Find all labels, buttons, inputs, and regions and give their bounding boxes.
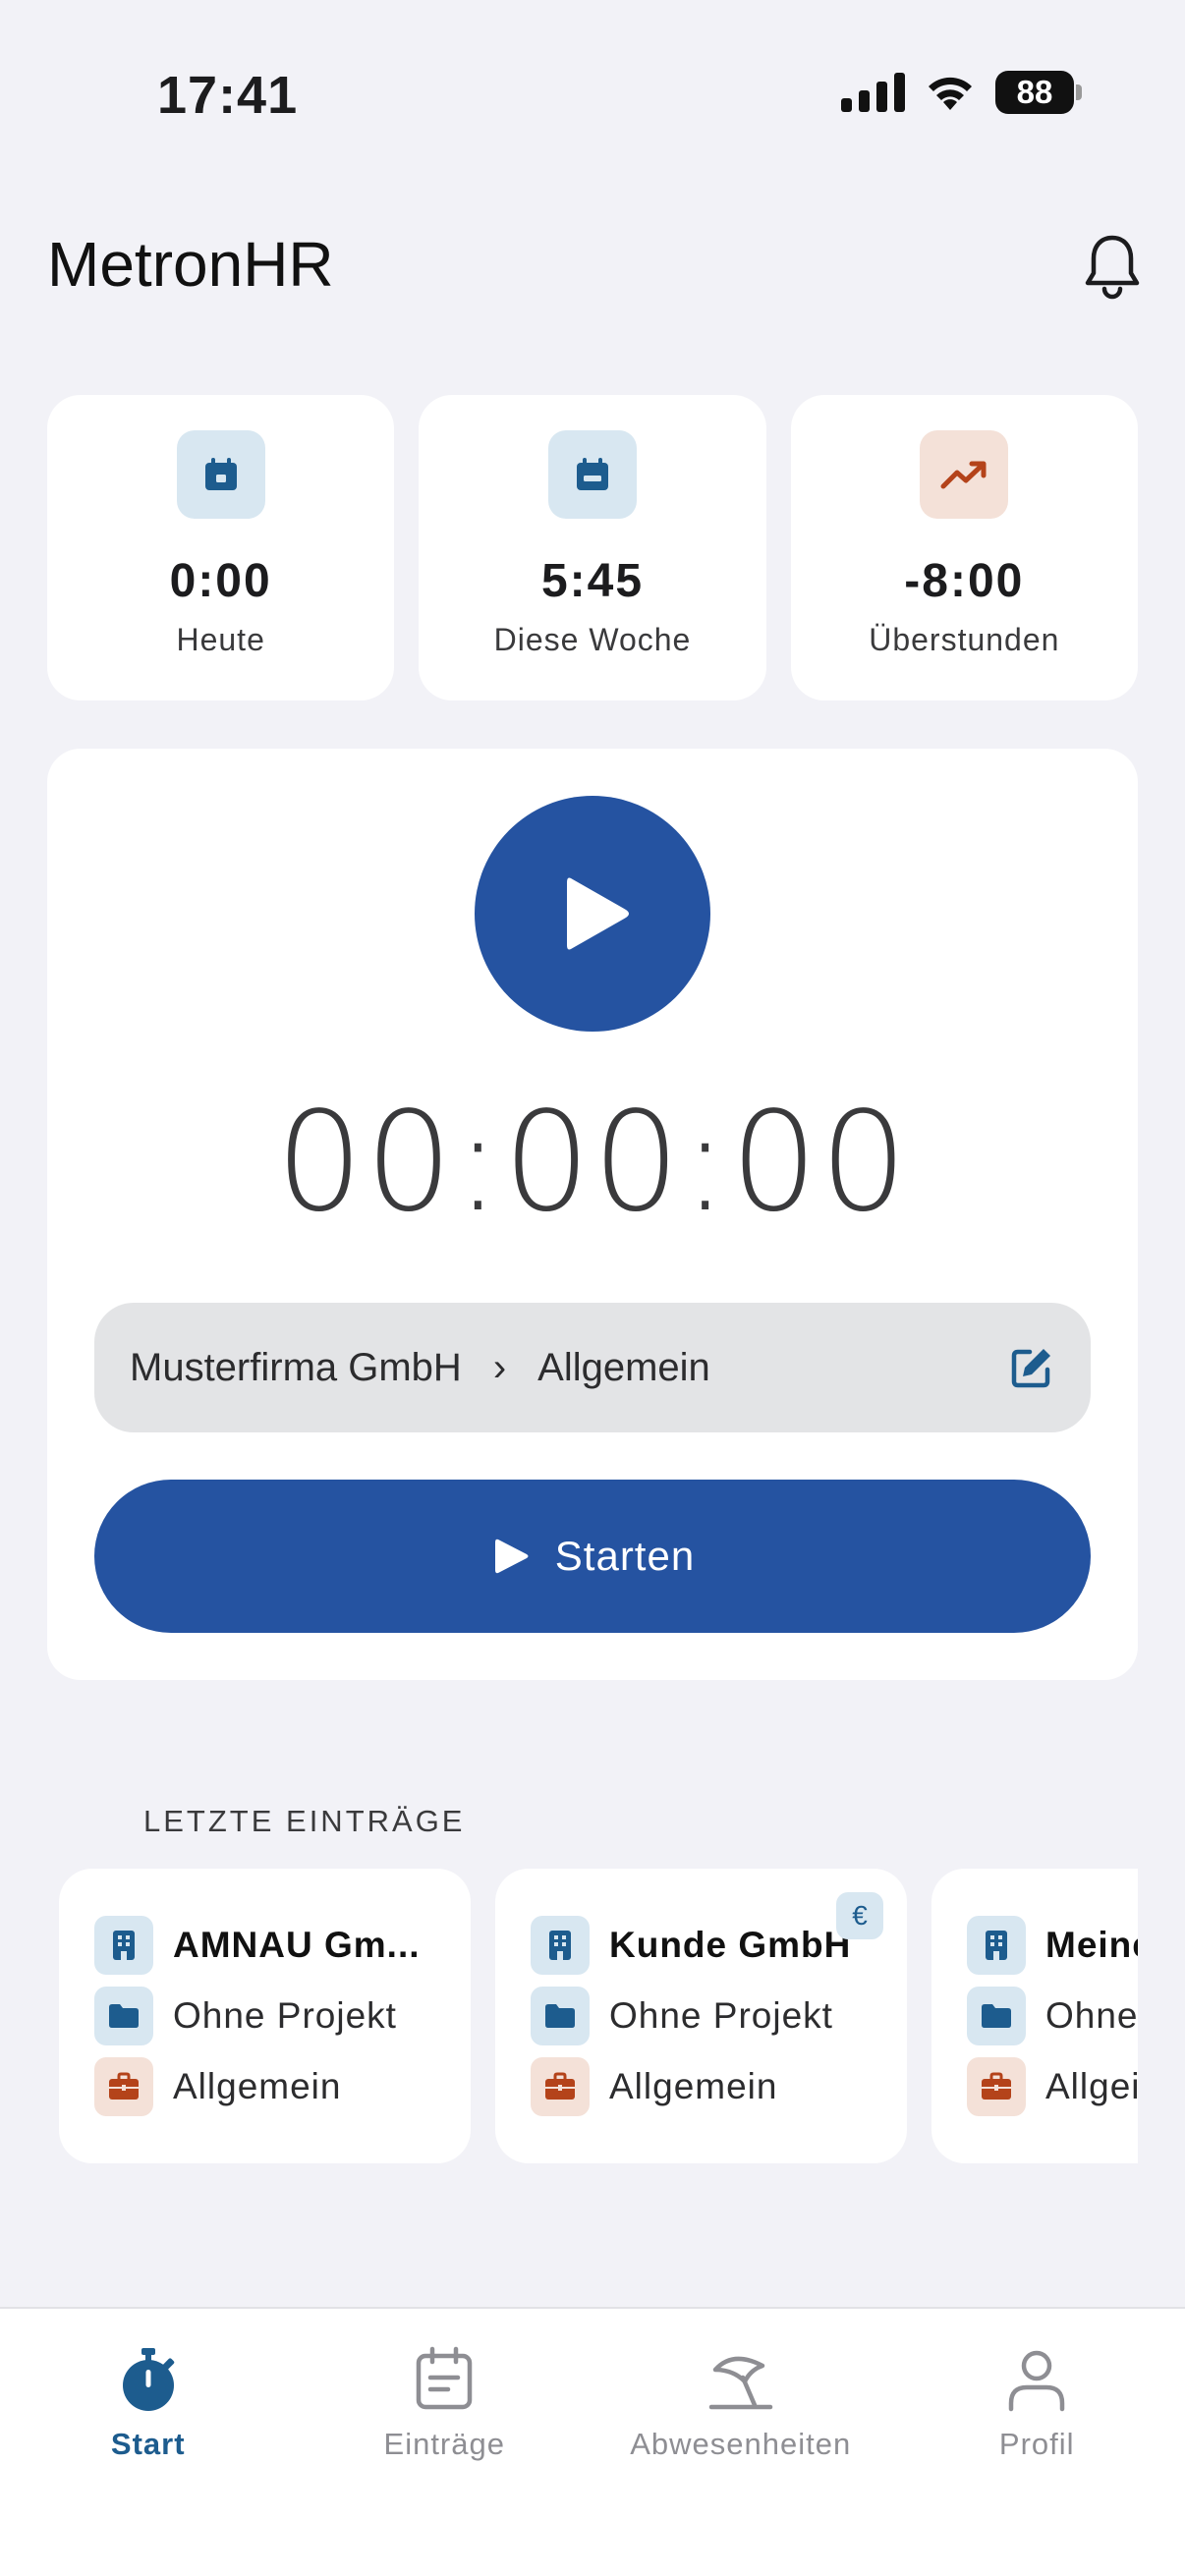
building-icon: [94, 1916, 153, 1975]
tab-start[interactable]: Start: [0, 2309, 297, 2576]
entry-company: Meine: [1045, 1925, 1138, 1965]
stat-label: Heute: [176, 622, 265, 657]
tab-bar: Start Einträge Abwesenheiten Profil: [0, 2307, 1185, 2576]
beach-umbrella-icon: [708, 2356, 772, 2410]
timer-card: 00:00:00 Musterfirma GmbH › Allgemein St…: [47, 749, 1138, 1680]
context-company: Musterfirma GmbH: [130, 1345, 462, 1389]
play-icon: [494, 1539, 529, 1574]
context-separator: ›: [492, 1345, 507, 1389]
section-title-recent: LETZTE EINTRÄGE: [143, 1804, 466, 1838]
tab-entries[interactable]: Einträge: [297, 2309, 593, 2576]
folder-icon: [531, 1987, 590, 2045]
entry-project: Ohne: [1045, 1995, 1138, 2036]
start-button[interactable]: Starten: [94, 1480, 1091, 1633]
stats-row: 0:00 Heute 5:45 Diese Woche -8:00 Überst…: [47, 395, 1138, 700]
battery-level: 88: [995, 71, 1074, 114]
stat-label: Diese Woche: [493, 622, 692, 657]
stat-value: 0:00: [169, 555, 272, 607]
context-selector[interactable]: Musterfirma GmbH › Allgemein: [94, 1303, 1091, 1432]
timer-display: 00:00:00: [275, 1083, 910, 1243]
folder-icon: [967, 1987, 1026, 2045]
folder-icon: [94, 1987, 153, 2045]
briefcase-icon: [531, 2057, 590, 2116]
person-icon: [1009, 2350, 1065, 2412]
entry-activity: Allgemein: [173, 2066, 342, 2106]
entry-company: AMNAU Gm...: [173, 1925, 421, 1965]
entry-project: Ohne Projekt: [173, 1995, 397, 2036]
stat-card-week: 5:45 Diese Woche: [419, 395, 766, 700]
recent-entry-card[interactable]: € Kunde GmbH Ohne Projekt Allgemein: [495, 1869, 907, 2163]
recent-entry-card[interactable]: AMNAU Gm... Ohne Projekt Allgemein: [59, 1869, 471, 2163]
stat-label: Überstunden: [869, 622, 1060, 657]
app-title: MetronHR: [47, 229, 334, 300]
context-activity: Allgemein: [537, 1345, 710, 1389]
tab-label: Start: [110, 2427, 186, 2461]
edit-icon[interactable]: [1008, 1344, 1055, 1391]
tab-label: Abwesenheiten: [630, 2427, 852, 2461]
trending-up-icon: [920, 430, 1009, 519]
tab-label: Einträge: [383, 2427, 505, 2461]
entry-activity: Allgemein: [609, 2066, 778, 2106]
play-button[interactable]: [475, 796, 710, 1032]
stopwatch-icon: [122, 2348, 174, 2411]
start-button-label: Starten: [554, 1533, 696, 1579]
building-icon: [531, 1916, 590, 1975]
entry-project: Ohne Projekt: [609, 1995, 833, 2036]
cellular-signal-icon: [841, 73, 905, 112]
tab-profile[interactable]: Profil: [889, 2309, 1185, 2576]
stat-value: -8:00: [904, 555, 1025, 607]
tab-absences[interactable]: Abwesenheiten: [592, 2309, 889, 2576]
calendar-icon: [176, 430, 265, 519]
status-time: 17:41: [157, 66, 299, 125]
entry-company: Kunde GmbH: [609, 1925, 852, 1965]
building-icon: [967, 1916, 1026, 1975]
calendar-list-icon: [417, 2346, 473, 2410]
billable-badge: €: [836, 1892, 883, 1939]
status-indicators: 88: [841, 71, 1082, 114]
briefcase-icon: [94, 2057, 153, 2116]
play-icon: [567, 877, 629, 950]
battery-icon: 88: [995, 71, 1082, 114]
recent-entry-card[interactable]: Meine Ohne Allgei: [931, 1869, 1138, 2163]
briefcase-icon: [967, 2057, 1026, 2116]
recent-entries-carousel[interactable]: AMNAU Gm... Ohne Projekt Allgemein € Kun…: [59, 1869, 1138, 2163]
bell-icon[interactable]: [1081, 232, 1144, 301]
stat-value: 5:45: [540, 555, 645, 607]
tab-label: Profil: [998, 2427, 1075, 2461]
entry-activity: Allgei: [1045, 2066, 1138, 2106]
calendar-week-icon: [547, 430, 637, 519]
status-bar: 17:41 88: [0, 0, 1185, 187]
stat-card-overtime: -8:00 Überstunden: [790, 395, 1138, 700]
wifi-icon: [929, 77, 972, 110]
stat-card-today: 0:00 Heute: [47, 395, 395, 700]
